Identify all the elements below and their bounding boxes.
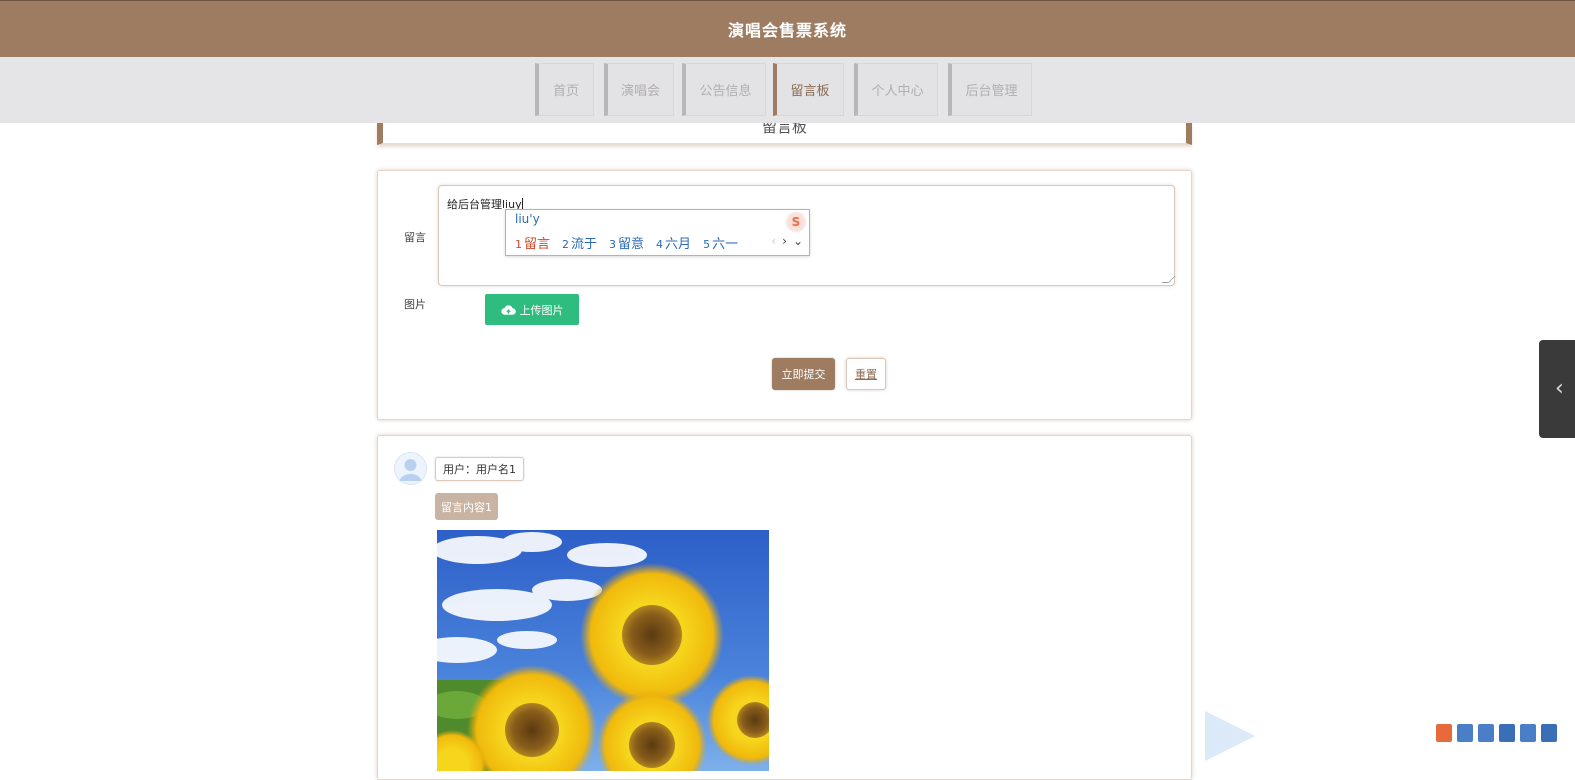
tray-app-icon[interactable] <box>1478 724 1494 742</box>
chevron-left-icon: ‹ <box>1555 376 1564 401</box>
ime-candidate-num: 3 <box>609 238 617 251</box>
message-content: 留言内容1 <box>435 493 498 520</box>
ime-candidate-num: 2 <box>562 238 570 251</box>
sunflower-photo <box>437 530 769 771</box>
ime-paging: ‹ › ⌄ <box>771 234 803 248</box>
message-user: 用户：用户名1 <box>435 457 524 481</box>
nav-item-admin[interactable]: 后台管理 <box>948 63 1032 116</box>
nav-item-home[interactable]: 首页 <box>535 63 594 116</box>
ime-candidate-popup[interactable]: liu'y S 1 留言 2 流于 3 留意 4 六月 5 六一 ‹ › ⌄ <box>505 209 810 256</box>
nav-item-personal-center[interactable]: 个人中心 <box>854 63 938 116</box>
upload-image-button[interactable]: 上传图片 <box>485 294 579 325</box>
tray-app-icon[interactable] <box>1499 724 1515 742</box>
ime-candidate[interactable]: 3 留意 <box>609 233 644 252</box>
ime-candidate-text: 留意 <box>618 237 645 252</box>
ime-candidate-num: 5 <box>703 238 711 251</box>
watermark-logo-icon <box>1205 711 1255 761</box>
ime-candidate[interactable]: 2 流于 <box>562 233 597 252</box>
avatar-silhouette <box>394 452 427 485</box>
ime-candidate-text: 流于 <box>571 237 598 252</box>
nav-bar: 首页 演唱会 公告信息 留言板 个人中心 后台管理 <box>0 57 1575 123</box>
ime-next-icon[interactable]: › <box>782 234 787 248</box>
reset-button[interactable]: 重置 <box>846 358 886 390</box>
ime-candidate-text: 六月 <box>665 237 692 252</box>
side-panel-toggle[interactable]: ‹ <box>1539 340 1575 438</box>
ime-candidate-list: 1 留言 2 流于 3 留意 4 六月 5 六一 <box>515 233 738 252</box>
tray-app-icon[interactable] <box>1520 724 1536 742</box>
ime-candidate[interactable]: 1 留言 <box>515 233 550 252</box>
image-label: 图片 <box>404 298 426 311</box>
board-title: 留言板 <box>761 123 807 136</box>
ime-composition: liu'y <box>515 212 540 226</box>
resize-grip-icon[interactable] <box>1161 276 1176 283</box>
ime-logo-icon: S <box>785 211 807 233</box>
ime-candidate[interactable]: 5 六一 <box>703 233 738 252</box>
ime-candidate-text: 留言 <box>524 237 551 252</box>
user-avatar-icon <box>394 452 427 485</box>
submit-button[interactable]: 立即提交 <box>772 358 835 390</box>
tray-app-icon[interactable] <box>1436 724 1452 742</box>
ime-prev-icon[interactable]: ‹ <box>771 234 776 248</box>
ime-candidate-text: 六一 <box>712 237 739 252</box>
message-label: 留言 <box>404 231 426 244</box>
ime-candidate[interactable]: 4 六月 <box>656 233 691 252</box>
nav-item-announcements[interactable]: 公告信息 <box>682 63 766 116</box>
ime-expand-icon[interactable]: ⌄ <box>793 234 803 248</box>
cloud-upload-icon <box>500 304 516 315</box>
header-bar: 演唱会售票系统 <box>0 0 1575 57</box>
system-tray <box>1436 724 1557 742</box>
upload-button-label: 上传图片 <box>519 303 564 317</box>
nav-item-message-board[interactable]: 留言板 <box>773 63 844 116</box>
app-title: 演唱会售票系统 <box>727 21 847 40</box>
board-title-strip: 留言板 <box>377 123 1192 145</box>
tray-app-icon[interactable] <box>1457 724 1473 742</box>
tray-app-icon[interactable] <box>1541 724 1557 742</box>
sunflower-image <box>437 530 769 771</box>
ime-candidate-num: 1 <box>515 238 522 251</box>
ime-candidate-num: 4 <box>656 238 664 251</box>
nav-item-concerts[interactable]: 演唱会 <box>604 63 674 116</box>
